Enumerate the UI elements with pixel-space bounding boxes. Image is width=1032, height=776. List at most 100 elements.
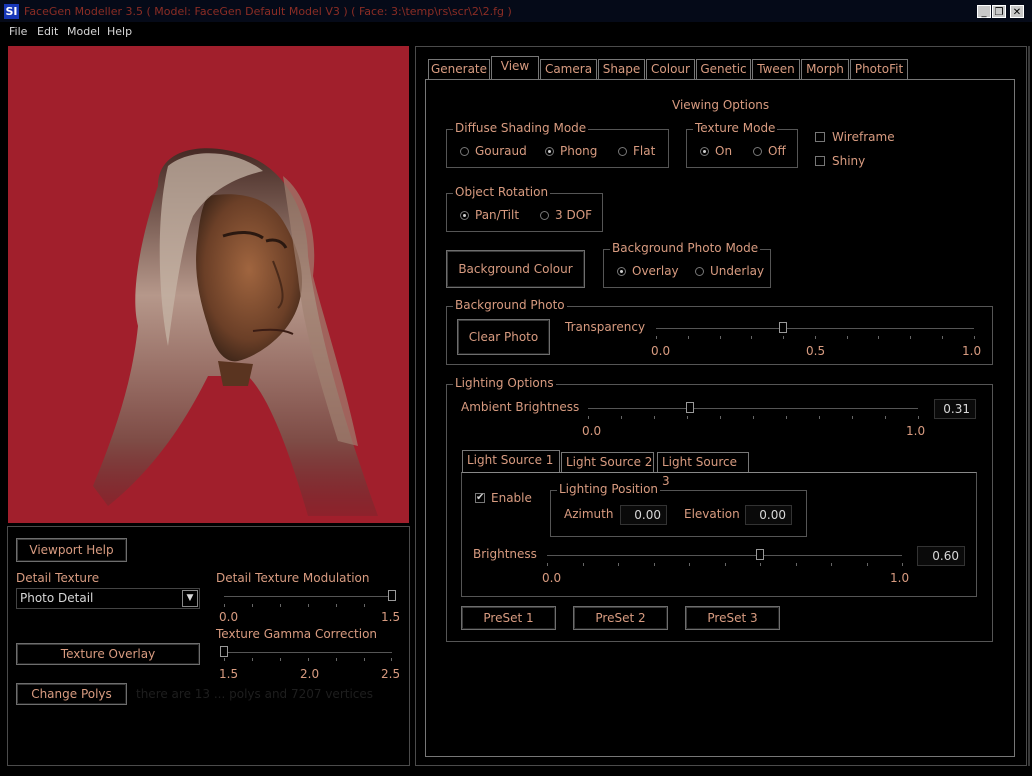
ambient-slider-thumb[interactable] — [686, 402, 695, 413]
lighting-position-legend: Lighting Position — [557, 482, 661, 496]
brightness-track — [547, 555, 902, 556]
3d-viewport[interactable] — [8, 46, 409, 523]
gamma-min: 1.5 — [219, 667, 239, 681]
ambient-value-field[interactable]: 0.31 — [934, 399, 976, 419]
chevron-down-icon[interactable]: ▼ — [182, 590, 198, 607]
tick — [336, 604, 337, 607]
tick — [910, 336, 911, 339]
tab-light-source-2[interactable]: Light Source 2 — [561, 452, 654, 472]
menu-help[interactable]: Help — [107, 25, 132, 38]
gamma-label: Texture Gamma Correction — [216, 627, 378, 641]
menu-model[interactable]: Model — [67, 25, 100, 38]
brightness-value-field[interactable]: 0.60 — [917, 546, 965, 566]
tick — [942, 336, 943, 339]
enable-checkbox[interactable]: ✔ — [475, 493, 485, 503]
underlay-label: Underlay — [710, 264, 765, 278]
tick — [847, 336, 848, 339]
radio-flat[interactable] — [618, 147, 627, 156]
shiny-checkbox[interactable] — [815, 156, 825, 166]
azimuth-label: Azimuth — [564, 507, 614, 521]
tick — [902, 563, 903, 566]
detail-mod-label: Detail Texture Modulation — [216, 571, 370, 585]
tick — [796, 563, 797, 566]
bg-photo-legend: Background Photo — [453, 298, 567, 312]
elevation-field[interactable]: 0.00 — [745, 505, 792, 525]
tick — [720, 416, 721, 419]
preset-1-button[interactable]: PreSet 1 — [461, 606, 556, 630]
tick — [760, 563, 761, 566]
radio-overlay[interactable] — [617, 267, 626, 276]
maximize-button[interactable]: ❐ — [992, 5, 1006, 18]
radio-underlay[interactable] — [695, 267, 704, 276]
tab-camera[interactable]: Camera — [540, 59, 597, 79]
tick — [852, 416, 853, 419]
detail-texture-value: Photo Detail — [20, 591, 94, 605]
clear-photo-button[interactable]: Clear Photo — [457, 319, 550, 355]
transparency-slider-thumb[interactable] — [779, 322, 788, 333]
window-title: FaceGen Modeller 3.5 ( Model: FaceGen De… — [24, 5, 512, 18]
transparency-min: 0.0 — [651, 344, 671, 358]
radio-texture-on[interactable] — [700, 147, 709, 156]
tick — [654, 416, 655, 419]
detail-mod-slider-thumb[interactable] — [388, 590, 396, 601]
lighting-options-legend: Lighting Options — [453, 376, 556, 390]
radio-3dof[interactable] — [540, 211, 549, 220]
tick — [252, 604, 253, 607]
close-button[interactable]: ✕ — [1010, 5, 1024, 18]
tab-shape[interactable]: Shape — [598, 59, 645, 79]
tick — [583, 563, 584, 566]
texture-overlay-button[interactable]: Texture Overlay — [16, 643, 200, 665]
tick — [252, 658, 253, 661]
azimuth-field[interactable]: 0.00 — [620, 505, 667, 525]
radio-gouraud[interactable] — [460, 147, 469, 156]
detail-texture-select[interactable]: Photo Detail ▼ — [16, 588, 200, 609]
tab-genetic[interactable]: Genetic — [696, 59, 751, 79]
tick — [974, 336, 975, 339]
tick — [364, 658, 365, 661]
pan-tilt-label: Pan/Tilt — [475, 208, 520, 222]
brightness-min: 0.0 — [542, 571, 562, 585]
radio-texture-off[interactable] — [753, 147, 762, 156]
tick — [918, 416, 919, 419]
tick — [831, 563, 832, 566]
tab-generate[interactable]: Generate — [428, 59, 490, 79]
tick — [621, 416, 622, 419]
change-polys-button[interactable]: Change Polys — [16, 683, 127, 705]
tab-morph[interactable]: Morph — [801, 59, 849, 79]
radio-pan-tilt[interactable] — [460, 211, 469, 220]
viewing-options-heading: Viewing Options — [672, 98, 770, 112]
flat-label: Flat — [633, 144, 656, 158]
minimize-button[interactable]: _ — [977, 5, 991, 18]
gouraud-label: Gouraud — [475, 144, 527, 158]
brightness-slider-thumb[interactable] — [756, 549, 764, 560]
transparency-track — [656, 328, 974, 329]
tick — [885, 416, 886, 419]
tab-photofit[interactable]: PhotoFit — [850, 59, 908, 79]
texture-on-label: On — [715, 144, 733, 158]
radio-phong[interactable] — [545, 147, 554, 156]
app-icon[interactable]: SI — [4, 4, 19, 19]
background-colour-button[interactable]: Background Colour — [446, 250, 585, 288]
tab-tween[interactable]: Tween — [752, 59, 800, 79]
viewport-help-button[interactable]: Viewport Help — [16, 538, 127, 562]
tab-light-source-1[interactable]: Light Source 1 — [462, 450, 560, 473]
phong-label: Phong — [560, 144, 598, 158]
tick — [547, 563, 548, 566]
menu-file[interactable]: File — [9, 25, 27, 38]
preset-3-button[interactable]: PreSet 3 — [685, 606, 780, 630]
tab-colour[interactable]: Colour — [646, 59, 695, 79]
wireframe-checkbox[interactable] — [815, 132, 825, 142]
tick — [878, 336, 879, 339]
tab-view[interactable]: View — [491, 56, 539, 80]
tick — [687, 416, 688, 419]
tick — [224, 604, 225, 607]
tab-light-source-3[interactable]: Light Source 3 — [657, 452, 749, 488]
texture-mode-legend: Texture Mode — [693, 121, 778, 135]
preset-2-button[interactable]: PreSet 2 — [573, 606, 668, 630]
menu-bar — [0, 22, 1032, 42]
gamma-slider-thumb[interactable] — [220, 646, 228, 657]
gamma-mid: 2.0 — [300, 667, 320, 681]
gamma-max: 2.5 — [381, 667, 401, 681]
tick — [308, 604, 309, 607]
menu-edit[interactable]: Edit — [37, 25, 58, 38]
